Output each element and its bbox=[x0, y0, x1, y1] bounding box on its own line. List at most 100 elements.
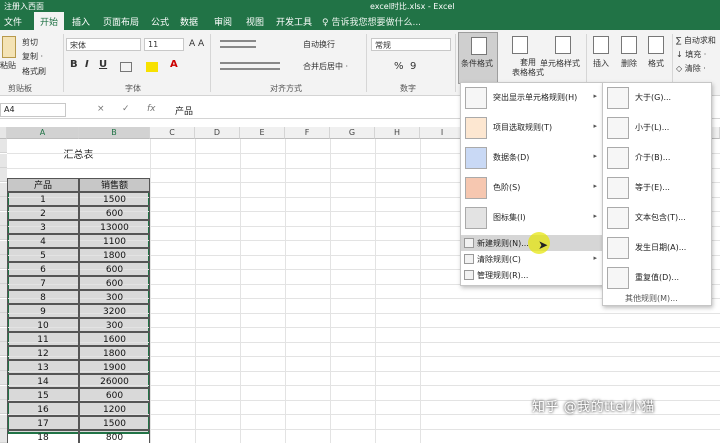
row-header[interactable] bbox=[0, 327, 7, 342]
format-cells-icon[interactable] bbox=[648, 36, 664, 54]
highlight-cells-rules-item[interactable]: 突出显示单元格规则(H) ▸ bbox=[461, 83, 603, 113]
table-cell-sales[interactable]: 600 bbox=[79, 276, 150, 290]
column-header[interactable]: D bbox=[195, 127, 240, 139]
table-cell-sales[interactable]: 1200 bbox=[79, 402, 150, 416]
row-header[interactable] bbox=[0, 153, 7, 168]
row-header[interactable] bbox=[0, 182, 7, 197]
tab-file[interactable]: 文件 bbox=[4, 15, 22, 28]
table-cell-product[interactable]: 10 bbox=[7, 318, 79, 332]
table-cell-sales[interactable]: 1800 bbox=[79, 248, 150, 262]
column-header[interactable]: H bbox=[375, 127, 420, 139]
font-grow-shrink[interactable]: A A bbox=[189, 39, 204, 49]
table-cell-sales[interactable]: 800 bbox=[79, 430, 150, 443]
row-header[interactable] bbox=[0, 414, 7, 429]
align-top-icons[interactable] bbox=[220, 40, 256, 48]
fill-button[interactable]: ↓ 填充 · bbox=[676, 49, 706, 60]
conditional-format-button[interactable]: 条件格式 bbox=[458, 32, 498, 84]
italic-button[interactable]: I bbox=[85, 59, 89, 70]
top-bottom-rules-item[interactable]: 项目选取规则(T) ▸ bbox=[461, 113, 603, 143]
font-color-icon[interactable]: A bbox=[170, 59, 178, 70]
row-header[interactable] bbox=[0, 197, 7, 211]
table-cell-product[interactable]: 17 bbox=[7, 416, 79, 430]
column-header[interactable]: B bbox=[79, 127, 150, 139]
cell-styles-button[interactable]: 单元格样式 bbox=[540, 58, 580, 69]
align-horizontal-icons[interactable] bbox=[220, 62, 280, 70]
table-cell-product[interactable]: 4 bbox=[7, 234, 79, 248]
tab-review[interactable]: 审阅 bbox=[214, 15, 232, 28]
enter-icon[interactable]: ✓ bbox=[122, 104, 130, 114]
select-all-corner[interactable] bbox=[0, 127, 7, 139]
table-cell-sales[interactable]: 13000 bbox=[79, 220, 150, 234]
column-header[interactable]: E bbox=[240, 127, 285, 139]
row-header[interactable] bbox=[0, 255, 7, 269]
table-cell-sales[interactable]: 600 bbox=[79, 262, 150, 276]
font-name-select[interactable]: 宋体 bbox=[66, 38, 141, 51]
table-cell-product[interactable]: 9 bbox=[7, 304, 79, 318]
sheet-title-cell[interactable]: 汇总表 bbox=[7, 146, 150, 166]
percent-button[interactable]: % bbox=[394, 61, 404, 72]
clear-rules-item[interactable]: 清除规则(C) ▸ bbox=[461, 251, 603, 267]
table-cell-product[interactable]: 3 bbox=[7, 220, 79, 234]
row-header[interactable] bbox=[0, 356, 7, 371]
fill-color-icon[interactable] bbox=[146, 62, 158, 72]
column-title-sales[interactable]: 销售额 bbox=[79, 178, 150, 192]
icon-sets-item[interactable]: 图标集(I) ▸ bbox=[461, 203, 603, 233]
cut-button[interactable]: 剪切 bbox=[22, 37, 38, 48]
column-title-product[interactable]: 产品 bbox=[7, 178, 79, 192]
row-header[interactable] bbox=[0, 284, 7, 298]
table-cell-sales[interactable]: 1500 bbox=[79, 416, 150, 430]
cancel-icon[interactable]: × bbox=[97, 104, 105, 114]
tab-formulas[interactable]: 公式 bbox=[151, 15, 169, 28]
table-cell-product[interactable]: 6 bbox=[7, 262, 79, 276]
table-cell-sales[interactable]: 1600 bbox=[79, 332, 150, 346]
between-item[interactable]: 介于(B)... bbox=[603, 143, 711, 173]
merge-center-button[interactable]: 合并后居中 · bbox=[303, 61, 348, 72]
data-bars-item[interactable]: 数据条(D) ▸ bbox=[461, 143, 603, 173]
color-scales-item[interactable]: 色阶(S) ▸ bbox=[461, 173, 603, 203]
tab-home[interactable]: 开始 bbox=[34, 12, 65, 30]
row-header[interactable] bbox=[0, 226, 7, 240]
row-header[interactable] bbox=[0, 429, 7, 443]
row-header[interactable] bbox=[0, 211, 7, 226]
column-header[interactable]: I bbox=[420, 127, 465, 139]
greater-than-item[interactable]: 大于(G)... bbox=[603, 83, 711, 113]
more-rules-item[interactable]: 其他规则(M)... bbox=[625, 293, 678, 304]
insert-cells-button[interactable]: 插入 bbox=[593, 58, 609, 69]
table-cell-sales[interactable]: 300 bbox=[79, 318, 150, 332]
row-header[interactable] bbox=[0, 139, 7, 153]
text-contains-item[interactable]: 文本包含(T)... bbox=[603, 203, 711, 233]
manage-rules-item[interactable]: 管理规则(R)... bbox=[461, 267, 603, 283]
row-header[interactable] bbox=[0, 313, 7, 327]
table-cell-product[interactable]: 12 bbox=[7, 346, 79, 360]
table-cell-product[interactable]: 7 bbox=[7, 276, 79, 290]
row-header[interactable] bbox=[0, 240, 7, 255]
tab-insert[interactable]: 插入 bbox=[72, 15, 90, 28]
table-cell-sales[interactable]: 600 bbox=[79, 388, 150, 402]
table-cell-sales[interactable]: 3200 bbox=[79, 304, 150, 318]
table-cell-sales[interactable]: 1900 bbox=[79, 360, 150, 374]
table-cell-sales[interactable]: 1800 bbox=[79, 346, 150, 360]
formula-input[interactable]: 产品 bbox=[175, 104, 193, 117]
tab-developer[interactable]: 开发工具 bbox=[276, 15, 312, 28]
table-cell-product[interactable]: 16 bbox=[7, 402, 79, 416]
row-header[interactable] bbox=[0, 342, 7, 356]
autosum-button[interactable]: ∑ 自动求和 bbox=[676, 35, 716, 46]
tab-data[interactable]: 数据 bbox=[180, 15, 198, 28]
table-cell-product[interactable]: 2 bbox=[7, 206, 79, 220]
format-cells-button[interactable]: 格式 bbox=[648, 58, 664, 69]
name-box[interactable]: A4 bbox=[0, 103, 66, 117]
border-icon[interactable] bbox=[120, 62, 132, 72]
date-occurring-item[interactable]: 发生日期(A)... bbox=[603, 233, 711, 263]
cell-styles-icon[interactable] bbox=[555, 36, 571, 54]
copy-button[interactable]: 复制 · bbox=[22, 51, 43, 62]
insert-function-icon[interactable]: fx bbox=[147, 104, 156, 114]
tell-me-search[interactable]: ♀ 告诉我您想要做什么... bbox=[322, 15, 421, 28]
delete-cells-button[interactable]: 删除 bbox=[621, 58, 637, 69]
table-cell-product[interactable]: 8 bbox=[7, 290, 79, 304]
insert-cells-icon[interactable] bbox=[593, 36, 609, 54]
table-cell-sales[interactable]: 1500 bbox=[79, 192, 150, 206]
table-cell-sales[interactable]: 600 bbox=[79, 206, 150, 220]
format-as-table-icon[interactable] bbox=[512, 36, 528, 54]
table-cell-sales[interactable]: 26000 bbox=[79, 374, 150, 388]
table-cell-product[interactable]: 14 bbox=[7, 374, 79, 388]
